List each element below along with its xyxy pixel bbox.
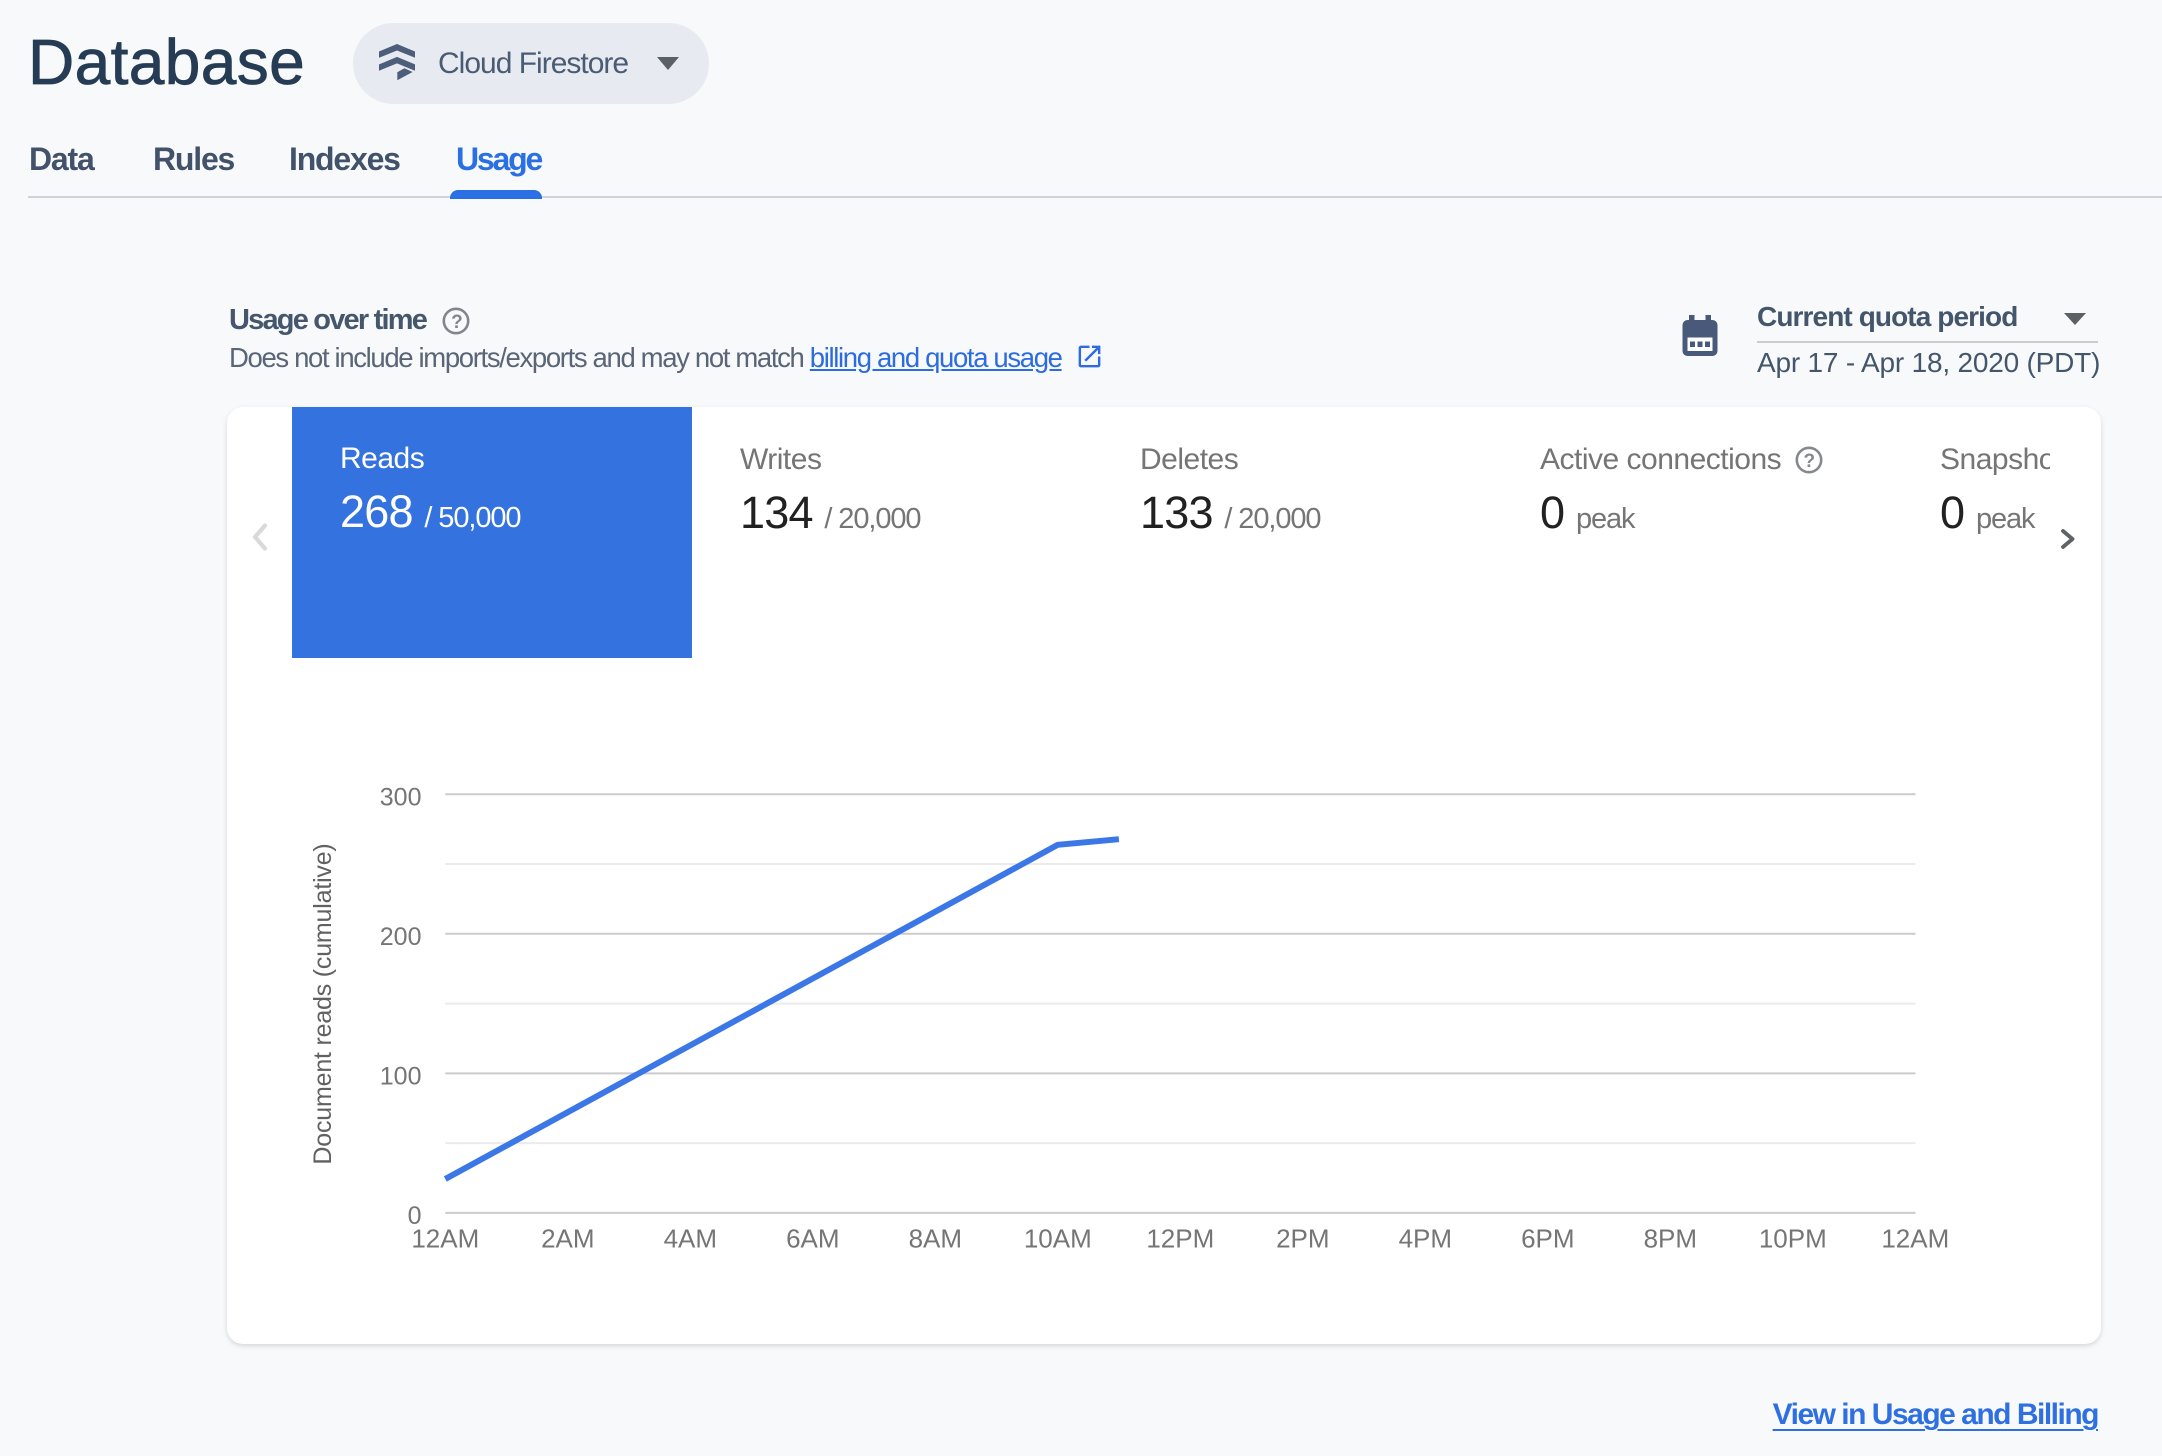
svg-text:10PM: 10PM xyxy=(1759,1224,1827,1254)
svg-text:2AM: 2AM xyxy=(541,1224,594,1254)
svg-text:6AM: 6AM xyxy=(786,1224,839,1254)
svg-text:Document reads (cumulative): Document reads (cumulative) xyxy=(309,843,337,1164)
svg-text:2PM: 2PM xyxy=(1276,1224,1329,1254)
svg-text:200: 200 xyxy=(380,923,422,951)
svg-text:?: ? xyxy=(451,312,462,333)
svg-text:6PM: 6PM xyxy=(1521,1224,1574,1254)
svg-text:4AM: 4AM xyxy=(664,1224,717,1254)
svg-text:8AM: 8AM xyxy=(909,1224,962,1254)
svg-text:300: 300 xyxy=(380,783,422,811)
svg-text:12AM: 12AM xyxy=(411,1224,479,1254)
svg-text:12PM: 12PM xyxy=(1146,1224,1214,1254)
svg-text:12AM: 12AM xyxy=(1881,1224,1949,1254)
svg-text:10AM: 10AM xyxy=(1024,1224,1092,1254)
svg-text:4PM: 4PM xyxy=(1399,1224,1452,1254)
svg-text:8PM: 8PM xyxy=(1644,1224,1697,1254)
svg-text:100: 100 xyxy=(380,1063,422,1091)
svg-text:?: ? xyxy=(1804,451,1815,472)
